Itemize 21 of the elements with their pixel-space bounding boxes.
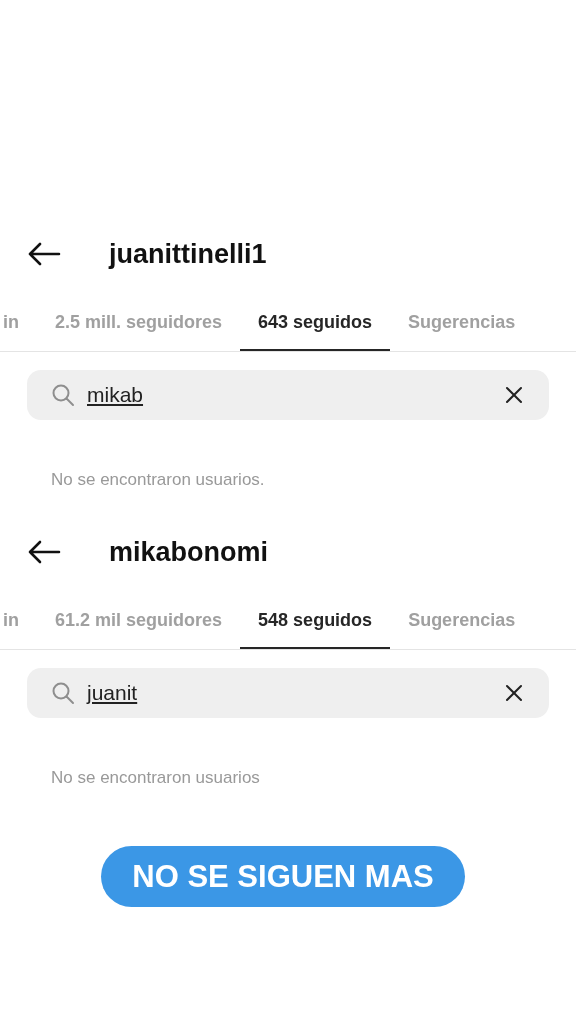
username-title: mikabonomi [109, 536, 269, 568]
back-arrow-icon[interactable] [27, 540, 61, 564]
search-field[interactable]: juanit [27, 668, 549, 718]
caption-banner: NO SE SIGUEN MAS [101, 846, 465, 907]
empty-message: No se encontraron usuarios [51, 768, 261, 788]
search-icon [51, 383, 75, 407]
tab[interactable]: in [0, 306, 37, 351]
tab[interactable]: Sugerencias [390, 604, 534, 649]
close-icon[interactable] [505, 684, 523, 702]
tab[interactable]: 643 seguidos [240, 306, 391, 351]
username-title: juanittinelli1 [109, 238, 267, 270]
search-field[interactable]: mikab [27, 370, 549, 420]
empty-message: No se encontraron usuarios. [51, 470, 266, 490]
tab[interactable]: 2.5 mill. seguidores [37, 306, 241, 351]
tab[interactable]: in [0, 604, 37, 649]
search-icon [51, 681, 75, 705]
tab[interactable]: 61.2 mil seguidores [37, 604, 241, 649]
close-icon[interactable] [505, 386, 523, 404]
back-arrow-icon[interactable] [27, 242, 61, 266]
tab[interactable]: Sugerencias [390, 306, 534, 351]
tab[interactable]: 548 seguidos [240, 604, 391, 649]
